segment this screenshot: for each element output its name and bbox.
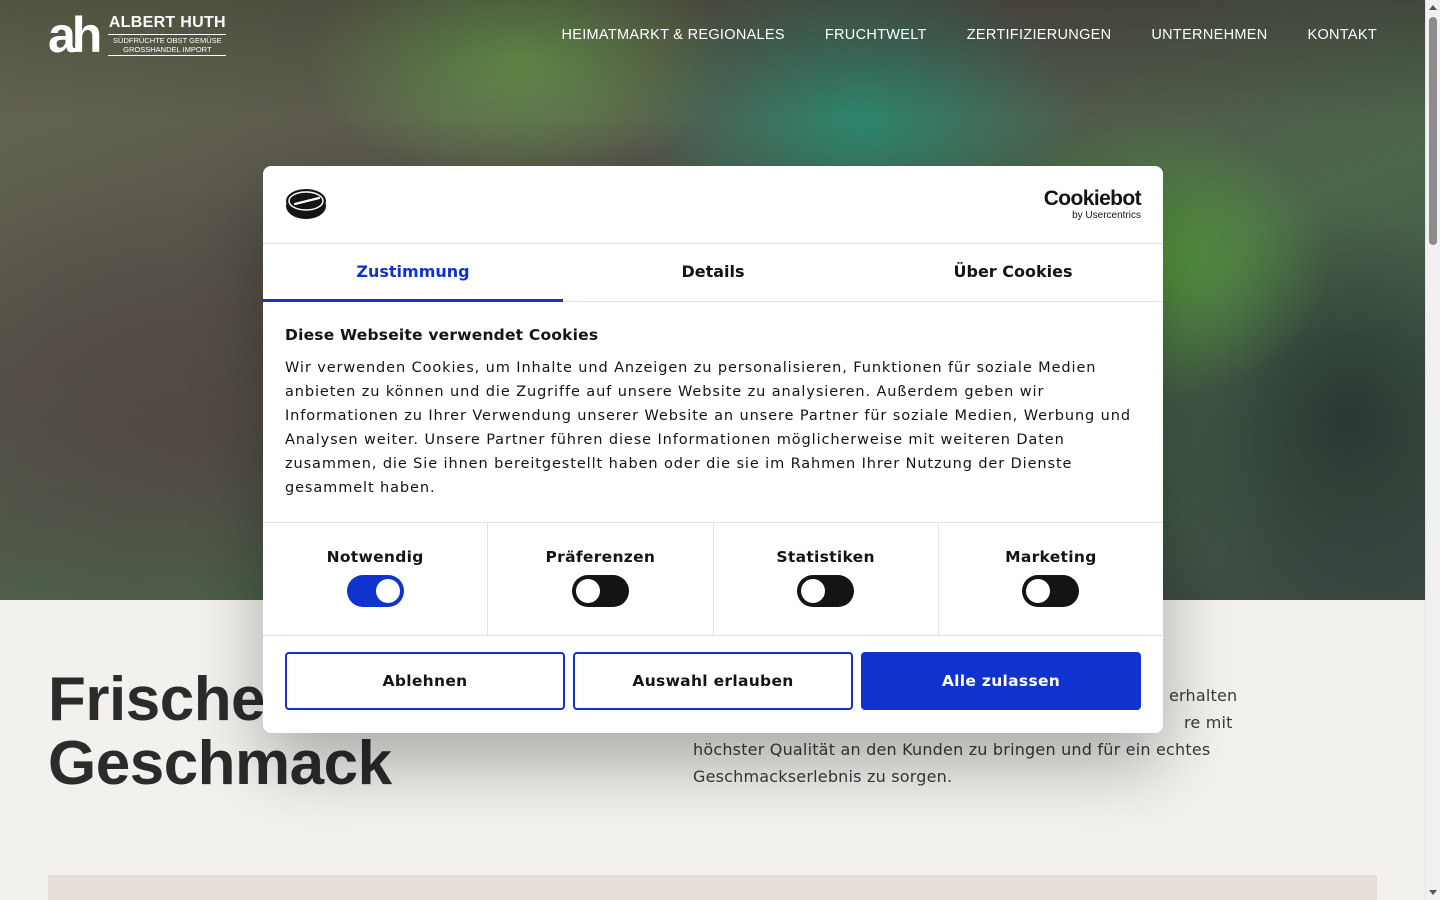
main-nav: HEIMATMARKT & REGIONALES FRUCHTWELT ZERT…	[561, 27, 1377, 43]
nav-kontakt[interactable]: KONTAKT	[1307, 27, 1377, 43]
logo-subtitle-line2: GROSSHANDEL IMPORT	[123, 45, 212, 54]
tab-ueber-cookies[interactable]: Über Cookies	[863, 244, 1163, 301]
allow-all-button[interactable]: Alle zulassen	[861, 652, 1141, 710]
cookie-consent-dialog: Cookiebot by Usercentrics Zustimmung Det…	[263, 166, 1163, 733]
decline-button[interactable]: Ablehnen	[285, 652, 565, 710]
dialog-actions: Ablehnen Auswahl erlauben Alle zulassen	[263, 636, 1163, 710]
headline-line-2: Geschmack	[48, 729, 392, 798]
consent-toggles: Notwendig Präferenzen Statistiken Market…	[263, 522, 1163, 636]
nav-zertifizierungen[interactable]: ZERTIFIZIERUNGEN	[967, 27, 1112, 43]
headline-line-1: Frische	[48, 665, 266, 734]
cookiebot-brand[interactable]: Cookiebot by Usercentrics	[1043, 187, 1142, 222]
toggle-knob	[801, 579, 826, 603]
toggle-group-marketing: Marketing	[939, 523, 1163, 635]
toggle-notwendig[interactable]	[346, 575, 404, 607]
dialog-header: Cookiebot by Usercentrics	[263, 166, 1163, 244]
toggle-group-statistiken: Statistiken	[714, 523, 939, 635]
intro-line-4: Geschmackserlebnis zu sorgen.	[693, 767, 953, 786]
logo-subtitle: SÜDFRÜCHTE OBST GEMÜSE GROSSHANDEL IMPOR…	[108, 34, 227, 56]
site-logo[interactable]: ah ALBERT HUTH SÜDFRÜCHTE OBST GEMÜSE GR…	[48, 7, 227, 63]
scroll-down-icon[interactable]	[1429, 890, 1437, 895]
dialog-description: Wir verwenden Cookies, um Inhalte und An…	[285, 360, 1131, 496]
allow-selection-button[interactable]: Auswahl erlauben	[573, 652, 853, 710]
brand-name: Cookiebot	[1043, 187, 1142, 210]
toggle-group-praeferenzen: Präferenzen	[488, 523, 714, 635]
brand-byline: by Usercentrics	[1072, 210, 1141, 221]
nav-heimatmarkt[interactable]: HEIMATMARKT & REGIONALES	[561, 27, 784, 43]
toggle-label-marketing: Marketing	[1005, 548, 1097, 566]
intro-line-3: höchster Qualität an den Kunden zu bring…	[693, 740, 1211, 759]
toggle-knob	[1026, 579, 1051, 603]
toggle-label-statistiken: Statistiken	[776, 548, 875, 566]
toggle-label-praeferenzen: Präferenzen	[545, 548, 656, 566]
logo-subtitle-line1: SÜDFRÜCHTE OBST GEMÜSE	[113, 36, 222, 45]
dialog-tabs: Zustimmung Details Über Cookies	[263, 244, 1163, 302]
content-band	[48, 875, 1377, 900]
tab-zustimmung[interactable]: Zustimmung	[263, 244, 563, 302]
nav-fruchtwelt[interactable]: FRUCHTWELT	[825, 27, 927, 43]
dialog-body: Diese Webseite verwendet Cookies Wir ver…	[263, 302, 1163, 522]
cookiebot-logo-icon	[286, 189, 326, 219]
dialog-title: Diese Webseite verwendet Cookies	[285, 326, 599, 344]
toggle-knob	[375, 579, 400, 603]
logo-text: ALBERT HUTH SÜDFRÜCHTE OBST GEMÜSE GROSS…	[108, 14, 227, 56]
toggle-marketing[interactable]	[1022, 575, 1080, 607]
logo-name: ALBERT HUTH	[108, 14, 226, 31]
nav-unternehmen[interactable]: UNTERNEHMEN	[1151, 27, 1267, 43]
page-scrollbar[interactable]	[1425, 0, 1440, 900]
tab-details[interactable]: Details	[563, 244, 863, 301]
toggle-knob	[575, 579, 600, 603]
toggle-group-notwendig: Notwendig	[263, 523, 489, 635]
toggle-praeferenzen[interactable]	[571, 575, 629, 607]
scroll-thumb[interactable]	[1429, 17, 1437, 245]
toggle-label-notwendig: Notwendig	[326, 548, 424, 566]
toggle-statistiken[interactable]	[797, 575, 855, 607]
scroll-up-icon[interactable]	[1429, 5, 1437, 10]
logo-mark: ah	[48, 7, 102, 63]
